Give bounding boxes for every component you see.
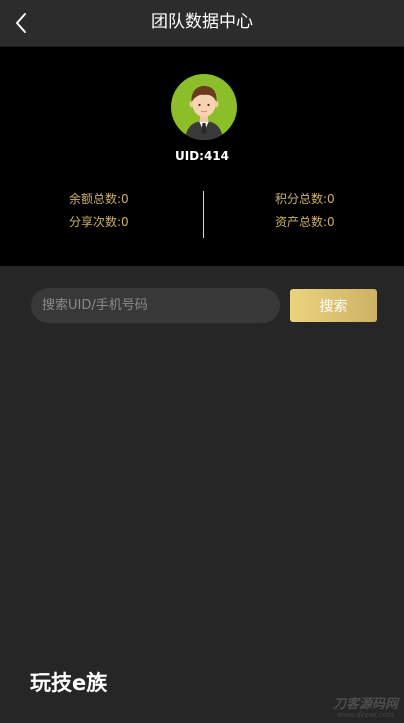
stats-divider	[203, 191, 204, 238]
user-uid: UID:414	[174, 149, 230, 163]
points-total-stat: 积分总数:0	[275, 192, 335, 206]
page-title: 团队数据中心	[151, 12, 253, 32]
search-input[interactable]	[31, 288, 280, 323]
watermark: 刀客源码网 www.dkewl.com	[333, 698, 398, 719]
share-count-stat: 分享次数:0	[69, 215, 129, 229]
user-avatar-icon	[185, 86, 223, 140]
profile-panel: UID:414 余额总数:0 分享次数:0 积分总数:0 资产总数:0	[0, 47, 404, 266]
avatar	[171, 74, 237, 140]
top-navigation-bar: 团队数据中心	[0, 0, 404, 47]
watermark-main-text: 刀客源码网	[332, 697, 398, 712]
brand-logo-text: 玩技e族	[30, 671, 108, 695]
assets-total-stat: 资产总数:0	[275, 215, 335, 229]
watermark-url-text: www.dkewl.com	[337, 711, 394, 719]
balance-total-stat: 余额总数:0	[69, 192, 129, 206]
search-button[interactable]: 搜索	[290, 289, 377, 322]
